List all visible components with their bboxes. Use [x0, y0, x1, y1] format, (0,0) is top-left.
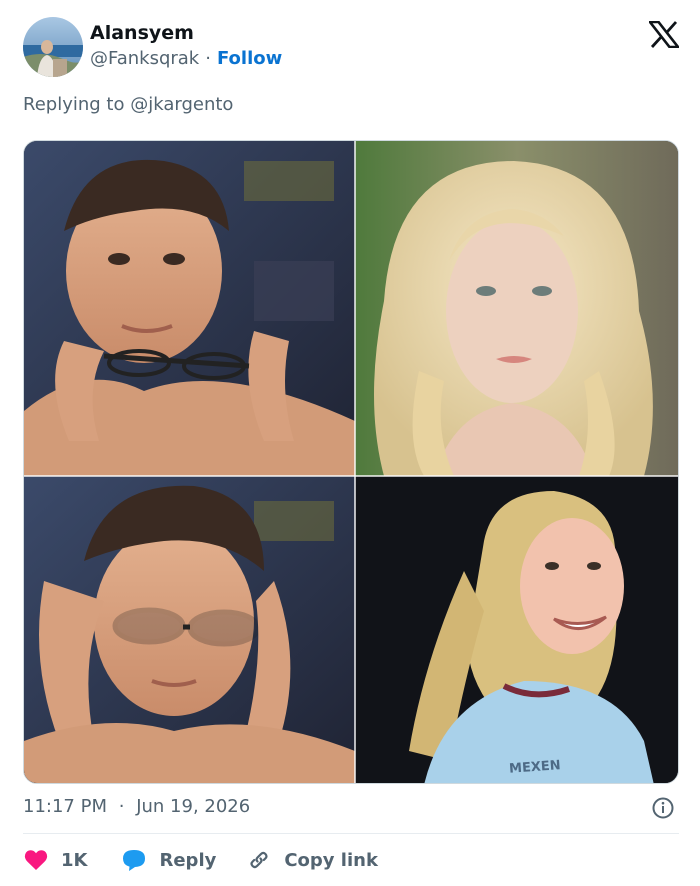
tweet-date: Jun 19, 2026	[136, 796, 251, 817]
like-count: 1K	[61, 849, 88, 871]
divider	[23, 833, 679, 834]
link-icon	[246, 847, 272, 873]
heart-icon	[23, 847, 49, 873]
tweet-media[interactable]: MEXEN	[23, 140, 679, 784]
panel-bottom-left	[24, 476, 355, 783]
reply-prefix: Replying to	[23, 94, 125, 115]
copy-link-label: Copy link	[284, 849, 378, 871]
reply-label: Reply	[159, 849, 217, 871]
speech-bubble-icon	[121, 847, 147, 873]
panel-bottom-right: MEXEN	[355, 476, 678, 783]
info-icon[interactable]	[651, 796, 675, 820]
reply-context: Replying to @jkargento	[23, 94, 233, 115]
avatar-photo-icon	[23, 17, 83, 77]
author-name[interactable]: Alansyem	[90, 22, 194, 44]
panel-top-right	[355, 141, 678, 476]
tweet-time: 11:17 PM	[23, 796, 107, 817]
x-logo-icon[interactable]	[647, 20, 681, 49]
separator-dot: ·	[205, 48, 211, 69]
reply-to-handle[interactable]: @jkargento	[130, 94, 233, 115]
tweet-embed-card: Alansyem @Fanksqrak · Follow Replying to @…	[0, 0, 700, 886]
copy-link-button[interactable]: Copy link	[246, 847, 378, 873]
reply-button[interactable]: Reply	[121, 847, 216, 873]
author-handle[interactable]: @Fanksqrak	[90, 48, 199, 69]
tweet-actions: 1K Reply Copy link	[23, 846, 378, 874]
author-avatar[interactable]	[23, 17, 83, 77]
separator-dot: ·	[118, 796, 125, 817]
meme-image: MEXEN	[24, 141, 678, 783]
like-button[interactable]: 1K	[23, 847, 87, 873]
tweet-timestamp[interactable]: 11:17 PM · Jun 19, 2026	[23, 796, 250, 817]
panel-top-left	[24, 141, 355, 476]
author-meta: @Fanksqrak · Follow	[90, 48, 282, 69]
follow-button[interactable]: Follow	[217, 48, 282, 69]
